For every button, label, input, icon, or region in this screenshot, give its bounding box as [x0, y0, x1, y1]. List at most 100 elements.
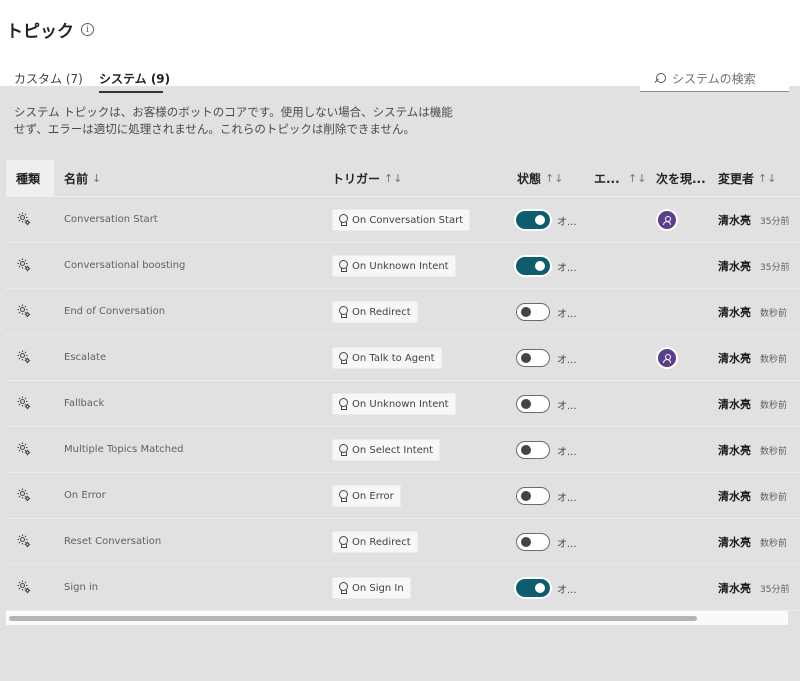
column-header-name[interactable]: 名前 ↓ [64, 160, 101, 196]
status-label: オ... [557, 263, 577, 274]
modified-time: 数秒前 [760, 493, 788, 503]
modifier-name: 清水亮 [718, 582, 751, 595]
person-icon [663, 353, 671, 363]
topic-name-link[interactable]: Fallback [64, 398, 104, 409]
table-row[interactable]: On Error On Error オ... 清水亮 数秒前 [6, 473, 800, 519]
column-header-status[interactable]: 状態 ↑↓ [517, 160, 563, 196]
topic-name-link[interactable]: Multiple Topics Matched [64, 444, 183, 455]
sort-down-icon: ↓ [92, 171, 102, 185]
search-icon [654, 72, 666, 85]
toggle-knob [535, 215, 545, 225]
status-toggle[interactable] [516, 487, 550, 505]
topic-name-link[interactable]: Conversation Start [64, 214, 158, 225]
modified-time: 数秒前 [760, 539, 788, 549]
topic-name-link[interactable]: Escalate [64, 352, 106, 363]
toggle-knob [521, 537, 531, 547]
status-toggle[interactable] [516, 257, 550, 275]
lightbulb-icon [338, 260, 348, 272]
toggle-knob [521, 445, 531, 455]
modified-time: 数秒前 [760, 401, 788, 411]
status-toggle[interactable] [516, 211, 550, 229]
search-placeholder: システムの検索 [672, 72, 756, 86]
trigger-chip: On Unknown Intent [332, 255, 456, 277]
sort-arrows-icon: ↑↓ [545, 171, 564, 185]
topic-name-link[interactable]: Sign in [64, 582, 98, 593]
trigger-label: On Unknown Intent [352, 260, 449, 272]
table-row[interactable]: Fallback On Unknown Intent オ... 清水亮 数秒前 [6, 381, 800, 427]
trigger-label: On Sign In [352, 582, 404, 594]
lightbulb-icon [338, 306, 348, 318]
column-header-status-label: 状態 [517, 171, 542, 186]
column-header-kind[interactable]: 種類 [6, 160, 54, 196]
status-toggle[interactable] [516, 303, 550, 321]
modifier-name: 清水亮 [718, 490, 751, 503]
status-label: オ... [557, 401, 577, 412]
modifier-name: 清水亮 [718, 444, 751, 457]
toggle-knob [535, 583, 545, 593]
modified-time: 35分前 [760, 217, 790, 227]
trigger-chip: On Redirect [332, 301, 418, 323]
table-row[interactable]: Reset Conversation On Redirect オ... 清水亮 数秒前 [6, 519, 800, 565]
tab-custom[interactable]: カスタム (7) [14, 70, 83, 87]
avatar[interactable] [656, 347, 678, 369]
status-toggle[interactable] [516, 533, 550, 551]
modifier-name: 清水亮 [718, 214, 751, 227]
toggle-knob [521, 353, 531, 363]
system-topic-gear-icon [16, 349, 32, 365]
status-toggle[interactable] [516, 441, 550, 459]
lightbulb-icon [338, 214, 348, 226]
system-topic-gear-icon [16, 395, 32, 411]
lightbulb-icon [338, 398, 348, 410]
column-header-trigger[interactable]: トリガー ↑↓ [332, 160, 402, 196]
trigger-label: On Select Intent [352, 444, 434, 456]
topic-name-link[interactable]: Reset Conversation [64, 536, 161, 547]
trigger-chip: On Select Intent [332, 439, 441, 461]
trigger-label: On Redirect [352, 306, 411, 318]
table-row[interactable]: Conversation Start On Conversation Start オ… [6, 197, 800, 243]
status-label: オ... [557, 217, 577, 228]
toggle-knob [521, 399, 531, 409]
system-topic-gear-icon [16, 257, 32, 273]
modifier-name: 清水亮 [718, 260, 751, 273]
modified-time: 数秒前 [760, 355, 788, 365]
column-header-error[interactable]: エ... [594, 160, 620, 196]
lightbulb-icon [338, 444, 348, 456]
status-label: オ... [557, 309, 577, 320]
status-label: オ... [557, 493, 577, 504]
lightbulb-icon [338, 582, 348, 594]
scrollbar-thumb[interactable] [9, 616, 697, 621]
table-row[interactable]: Multiple Topics Matched On Select Intent オ… [6, 427, 800, 473]
toggle-knob [521, 491, 531, 501]
status-toggle[interactable] [516, 349, 550, 367]
topic-name-link[interactable]: Conversational boosting [64, 260, 185, 271]
status-label: オ... [557, 539, 577, 550]
system-topics-description: システム トピックは、お客様のボットのコアです。使用しない場合、システムは機能せ… [14, 105, 453, 136]
table-row[interactable]: End of Conversation On Redirect オ... 清水亮 数秒前 [6, 289, 800, 335]
avatar[interactable] [656, 209, 678, 231]
modified-time: 数秒前 [760, 447, 788, 457]
column-header-modifier[interactable]: 変更者 ↑↓ [718, 160, 776, 196]
trigger-label: On Unknown Intent [352, 398, 449, 410]
status-toggle[interactable] [516, 579, 550, 597]
system-topic-gear-icon [16, 303, 32, 319]
table-row[interactable]: Sign in On Sign In オ... 清水亮 35分前 [6, 565, 800, 611]
table-row[interactable]: Escalate On Talk to Agent オ... 清水亮 数秒前 [6, 335, 800, 381]
search-input[interactable]: システムの検索 [640, 66, 789, 92]
topic-name-link[interactable]: On Error [64, 490, 106, 501]
trigger-chip: On Unknown Intent [332, 393, 456, 415]
modifier-name: 清水亮 [718, 536, 751, 549]
trigger-chip: On Talk to Agent [332, 347, 442, 369]
status-label: オ... [557, 447, 577, 458]
modified-time: 35分前 [760, 263, 790, 273]
status-toggle[interactable] [516, 395, 550, 413]
horizontal-scrollbar[interactable] [6, 611, 788, 625]
topic-name-link[interactable]: End of Conversation [64, 306, 165, 317]
table-row[interactable]: Conversational boosting On Unknown Intent… [6, 243, 800, 289]
modified-time: 35分前 [760, 585, 790, 595]
info-icon[interactable]: i [81, 23, 94, 36]
column-header-next-label: 次を現... [656, 171, 706, 186]
column-header-name-label: 名前 [64, 171, 89, 186]
tab-system[interactable]: システム (9) [99, 70, 170, 87]
sort-arrows-icon[interactable]: ↑↓ [628, 160, 646, 196]
column-header-next[interactable]: 次を現... [656, 160, 706, 196]
